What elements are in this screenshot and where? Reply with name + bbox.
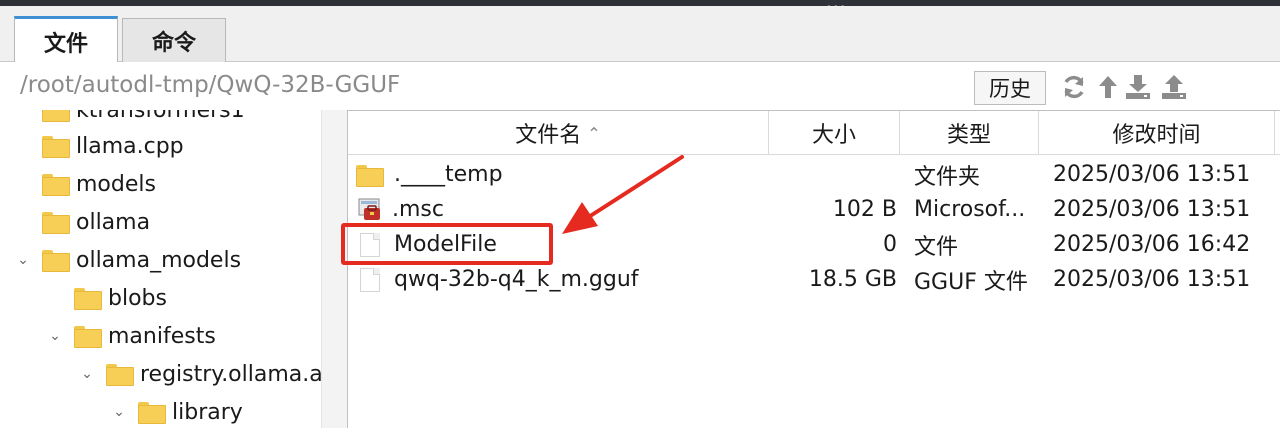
chevron-down-icon[interactable]: ⌄ xyxy=(14,252,32,268)
tab-files[interactable]: 文件 xyxy=(14,16,118,64)
chevron-down-icon[interactable]: ⌄ xyxy=(78,366,96,382)
file-type: 文件 xyxy=(914,234,959,260)
file-type: Microsof... xyxy=(914,197,1026,222)
file-icon xyxy=(360,267,380,292)
folder-icon xyxy=(42,250,70,272)
file-modified: 2025/03/06 16:42 xyxy=(1053,232,1251,257)
file-name: .msc xyxy=(392,197,444,222)
tree-item[interactable]: ⌄ library xyxy=(110,394,243,428)
path-bar: /root/autodl-tmp/QwQ-32B-GGUF 历史 xyxy=(0,62,1280,110)
file-name: .____temp xyxy=(394,162,503,187)
refresh-icon[interactable] xyxy=(1060,72,1088,102)
tree-item[interactable]: ⌄ manifests xyxy=(46,318,216,354)
folder-icon xyxy=(74,288,102,310)
tree-item-label: llama.cpp xyxy=(76,133,184,159)
file-modified: 2025/03/06 13:51 xyxy=(1053,162,1251,187)
file-name: ModelFile xyxy=(394,232,497,257)
file-row[interactable]: .msc 102 B Microsof... 2025/03/06 13:51 xyxy=(348,192,1280,227)
tree-item[interactable]: models xyxy=(18,166,156,202)
file-type: GGUF 文件 xyxy=(914,269,1028,295)
folder-icon xyxy=(42,136,70,158)
tree-item-label: models xyxy=(76,171,156,197)
folder-icon xyxy=(138,402,166,424)
tree-item-label: ktransformers1 xyxy=(76,110,245,123)
column-header-name[interactable]: 文件名 ⌃ xyxy=(348,111,769,155)
tree-item-label: blobs xyxy=(108,285,167,311)
folder-icon xyxy=(106,364,134,386)
file-name-cell: ModelFile xyxy=(356,227,768,262)
folder-icon xyxy=(42,110,70,122)
tree-item[interactable]: ⌄ ollama_models xyxy=(14,242,241,278)
folder-icon xyxy=(42,174,70,196)
folder-icon xyxy=(42,212,70,234)
msc-file-icon xyxy=(358,198,382,222)
file-row[interactable]: ModelFile 0 文件 2025/03/06 16:42 xyxy=(348,227,1280,262)
file-row[interactable]: .____temp 文件夹 2025/03/06 13:51 xyxy=(348,157,1280,192)
download-icon[interactable] xyxy=(1124,72,1152,102)
folder-icon xyxy=(74,326,102,348)
chevron-down-icon[interactable]: ⌄ xyxy=(110,404,128,420)
file-type: 文件夹 xyxy=(914,164,981,190)
file-list[interactable]: 文件名 ⌃ 大小 类型 修改时间 .____temp 文件夹 2025/03/0… xyxy=(347,110,1280,428)
file-name-cell: .____temp xyxy=(356,157,768,192)
tab-commands[interactable]: 命令 xyxy=(122,18,226,63)
file-list-header: 文件名 ⌃ 大小 类型 修改时间 xyxy=(348,111,1280,155)
tree-item[interactable]: ollama xyxy=(18,204,150,240)
tree-item-label: ollama xyxy=(76,209,151,235)
column-header-label: 文件名 xyxy=(515,123,582,148)
sort-ascending-icon: ⌃ xyxy=(587,123,601,143)
column-header-filler xyxy=(1275,111,1280,155)
file-size xyxy=(769,157,897,192)
file-name-cell: qwq-32b-q4_k_m.gguf xyxy=(356,262,768,297)
directory-tree[interactable]: ktransformers1 llama.cpp models ollama ⌄… xyxy=(0,110,322,428)
chevron-down-icon[interactable]: ⌄ xyxy=(46,328,64,344)
file-size: 18.5 GB xyxy=(808,267,897,292)
tree-item[interactable]: blobs xyxy=(50,280,167,316)
tree-item[interactable]: ktransformers1 xyxy=(18,110,245,128)
up-arrow-icon[interactable] xyxy=(1094,72,1122,102)
tab-strip: 文件 命令 xyxy=(0,6,1280,64)
tree-item-label: ollama_models xyxy=(76,247,242,273)
column-header-size[interactable]: 大小 xyxy=(769,111,900,155)
file-modified: 2025/03/06 13:51 xyxy=(1053,197,1251,222)
file-size: 0 xyxy=(883,232,897,257)
file-row[interactable]: qwq-32b-q4_k_m.gguf 18.5 GB GGUF 文件 2025… xyxy=(348,262,1280,297)
tree-item-label: manifests xyxy=(108,323,216,349)
file-name: qwq-32b-q4_k_m.gguf xyxy=(394,267,639,292)
tree-item-label: registry.ollama.ai xyxy=(140,361,322,387)
file-modified: 2025/03/06 13:51 xyxy=(1053,267,1251,292)
file-icon xyxy=(360,232,380,257)
path-input[interactable]: /root/autodl-tmp/QwQ-32B-GGUF xyxy=(20,72,400,98)
column-header-modified[interactable]: 修改时间 xyxy=(1039,111,1275,155)
tree-item[interactable]: ⌄ registry.ollama.ai xyxy=(78,356,322,392)
column-header-type[interactable]: 类型 xyxy=(900,111,1039,155)
upload-icon[interactable] xyxy=(1160,72,1188,102)
history-button[interactable]: 历史 xyxy=(974,71,1046,105)
file-size: 102 B xyxy=(832,197,897,222)
tree-item-label: library xyxy=(172,399,243,425)
tree-scrollbar[interactable] xyxy=(322,110,348,428)
tree-item[interactable]: llama.cpp xyxy=(18,128,184,164)
file-name-cell: .msc xyxy=(356,192,768,227)
folder-icon xyxy=(356,164,384,187)
